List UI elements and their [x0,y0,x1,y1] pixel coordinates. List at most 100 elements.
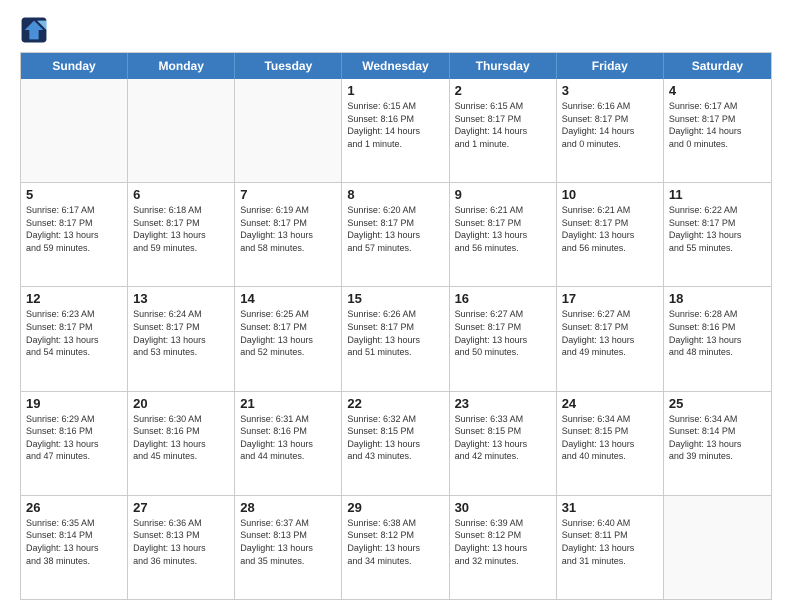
day-number: 26 [26,500,122,515]
day-number: 14 [240,291,336,306]
day-info: Sunrise: 6:15 AM Sunset: 8:16 PM Dayligh… [347,100,443,150]
day-cell-26: 26 Sunrise: 6:35 AM Sunset: 8:14 PM Dayli… [21,496,128,599]
day-info: Sunrise: 6:28 AM Sunset: 8:16 PM Dayligh… [669,308,766,358]
day-number: 28 [240,500,336,515]
calendar-row-1: 5 Sunrise: 6:17 AM Sunset: 8:17 PM Daylig… [21,182,771,286]
day-number: 13 [133,291,229,306]
day-info: Sunrise: 6:15 AM Sunset: 8:17 PM Dayligh… [455,100,551,150]
day-number: 3 [562,83,658,98]
day-number: 10 [562,187,658,202]
page: SundayMondayTuesdayWednesdayThursdayFrid… [0,0,792,612]
day-number: 25 [669,396,766,411]
day-number: 1 [347,83,443,98]
calendar-row-4: 26 Sunrise: 6:35 AM Sunset: 8:14 PM Dayli… [21,495,771,599]
day-cell-4: 4 Sunrise: 6:17 AM Sunset: 8:17 PM Daylig… [664,79,771,182]
day-cell-25: 25 Sunrise: 6:34 AM Sunset: 8:14 PM Dayli… [664,392,771,495]
calendar-row-0: 1 Sunrise: 6:15 AM Sunset: 8:16 PM Daylig… [21,79,771,182]
day-cell-17: 17 Sunrise: 6:27 AM Sunset: 8:17 PM Dayli… [557,287,664,390]
calendar-header: SundayMondayTuesdayWednesdayThursdayFrid… [21,53,771,79]
day-info: Sunrise: 6:32 AM Sunset: 8:15 PM Dayligh… [347,413,443,463]
logo [20,16,52,44]
logo-icon [20,16,48,44]
day-cell-8: 8 Sunrise: 6:20 AM Sunset: 8:17 PM Daylig… [342,183,449,286]
day-number: 15 [347,291,443,306]
calendar-row-3: 19Sunrise: 6:29 AM Sunset: 8:16 PM Dayli… [21,391,771,495]
day-number: 22 [347,396,443,411]
day-info: Sunrise: 6:39 AM Sunset: 8:12 PM Dayligh… [455,517,551,567]
day-info: Sunrise: 6:29 AM Sunset: 8:16 PM Dayligh… [26,413,122,463]
day-number: 5 [26,187,122,202]
day-cell-28: 28 Sunrise: 6:37 AM Sunset: 8:13 PM Dayli… [235,496,342,599]
day-info: Sunrise: 6:33 AM Sunset: 8:15 PM Dayligh… [455,413,551,463]
day-number: 16 [455,291,551,306]
day-info: Sunrise: 6:19 AM Sunset: 8:17 PM Dayligh… [240,204,336,254]
day-cell-31: 31Sunrise: 6:40 AM Sunset: 8:11 PM Dayli… [557,496,664,599]
day-info: Sunrise: 6:21 AM Sunset: 8:17 PM Dayligh… [455,204,551,254]
day-cell-3: 3Sunrise: 6:16 AM Sunset: 8:17 PM Daylig… [557,79,664,182]
day-number: 7 [240,187,336,202]
day-info: Sunrise: 6:26 AM Sunset: 8:17 PM Dayligh… [347,308,443,358]
header-day-tuesday: Tuesday [235,53,342,79]
day-info: Sunrise: 6:23 AM Sunset: 8:17 PM Dayligh… [26,308,122,358]
day-number: 21 [240,396,336,411]
day-cell-16: 16 Sunrise: 6:27 AM Sunset: 8:17 PM Dayli… [450,287,557,390]
day-info: Sunrise: 6:31 AM Sunset: 8:16 PM Dayligh… [240,413,336,463]
day-cell-21: 21 Sunrise: 6:31 AM Sunset: 8:16 PM Dayli… [235,392,342,495]
day-info: Sunrise: 6:17 AM Sunset: 8:17 PM Dayligh… [669,100,766,150]
empty-cell-0-1 [128,79,235,182]
day-info: Sunrise: 6:37 AM Sunset: 8:13 PM Dayligh… [240,517,336,567]
day-info: Sunrise: 6:17 AM Sunset: 8:17 PM Dayligh… [26,204,122,254]
day-number: 4 [669,83,766,98]
day-info: Sunrise: 6:30 AM Sunset: 8:16 PM Dayligh… [133,413,229,463]
day-number: 8 [347,187,443,202]
day-info: Sunrise: 6:40 AM Sunset: 8:11 PM Dayligh… [562,517,658,567]
header-day-monday: Monday [128,53,235,79]
day-info: Sunrise: 6:38 AM Sunset: 8:12 PM Dayligh… [347,517,443,567]
day-cell-6: 6Sunrise: 6:18 AM Sunset: 8:17 PM Daylig… [128,183,235,286]
day-number: 17 [562,291,658,306]
day-cell-24: 24 Sunrise: 6:34 AM Sunset: 8:15 PM Dayli… [557,392,664,495]
day-info: Sunrise: 6:18 AM Sunset: 8:17 PM Dayligh… [133,204,229,254]
day-cell-30: 30Sunrise: 6:39 AM Sunset: 8:12 PM Dayli… [450,496,557,599]
calendar: SundayMondayTuesdayWednesdayThursdayFrid… [20,52,772,600]
day-cell-1: 1 Sunrise: 6:15 AM Sunset: 8:16 PM Daylig… [342,79,449,182]
day-info: Sunrise: 6:36 AM Sunset: 8:13 PM Dayligh… [133,517,229,567]
day-info: Sunrise: 6:34 AM Sunset: 8:15 PM Dayligh… [562,413,658,463]
day-cell-5: 5 Sunrise: 6:17 AM Sunset: 8:17 PM Daylig… [21,183,128,286]
day-number: 11 [669,187,766,202]
day-cell-20: 20 Sunrise: 6:30 AM Sunset: 8:16 PM Dayli… [128,392,235,495]
calendar-row-2: 12 Sunrise: 6:23 AM Sunset: 8:17 PM Dayli… [21,286,771,390]
day-info: Sunrise: 6:20 AM Sunset: 8:17 PM Dayligh… [347,204,443,254]
day-info: Sunrise: 6:34 AM Sunset: 8:14 PM Dayligh… [669,413,766,463]
day-number: 20 [133,396,229,411]
day-number: 24 [562,396,658,411]
day-cell-11: 11 Sunrise: 6:22 AM Sunset: 8:17 PM Dayli… [664,183,771,286]
header [20,16,772,44]
header-day-wednesday: Wednesday [342,53,449,79]
day-number: 27 [133,500,229,515]
day-cell-10: 10Sunrise: 6:21 AM Sunset: 8:17 PM Dayli… [557,183,664,286]
day-number: 9 [455,187,551,202]
day-info: Sunrise: 6:35 AM Sunset: 8:14 PM Dayligh… [26,517,122,567]
day-number: 29 [347,500,443,515]
day-cell-29: 29 Sunrise: 6:38 AM Sunset: 8:12 PM Dayli… [342,496,449,599]
day-cell-23: 23 Sunrise: 6:33 AM Sunset: 8:15 PM Dayli… [450,392,557,495]
day-cell-15: 15 Sunrise: 6:26 AM Sunset: 8:17 PM Dayli… [342,287,449,390]
day-info: Sunrise: 6:24 AM Sunset: 8:17 PM Dayligh… [133,308,229,358]
day-number: 23 [455,396,551,411]
empty-cell-4-6 [664,496,771,599]
day-cell-19: 19Sunrise: 6:29 AM Sunset: 8:16 PM Dayli… [21,392,128,495]
day-info: Sunrise: 6:22 AM Sunset: 8:17 PM Dayligh… [669,204,766,254]
day-info: Sunrise: 6:27 AM Sunset: 8:17 PM Dayligh… [455,308,551,358]
day-number: 2 [455,83,551,98]
day-number: 12 [26,291,122,306]
day-cell-9: 9 Sunrise: 6:21 AM Sunset: 8:17 PM Daylig… [450,183,557,286]
header-day-sunday: Sunday [21,53,128,79]
day-info: Sunrise: 6:25 AM Sunset: 8:17 PM Dayligh… [240,308,336,358]
empty-cell-0-0 [21,79,128,182]
header-day-saturday: Saturday [664,53,771,79]
day-info: Sunrise: 6:27 AM Sunset: 8:17 PM Dayligh… [562,308,658,358]
day-cell-22: 22 Sunrise: 6:32 AM Sunset: 8:15 PM Dayli… [342,392,449,495]
day-cell-2: 2 Sunrise: 6:15 AM Sunset: 8:17 PM Daylig… [450,79,557,182]
header-day-friday: Friday [557,53,664,79]
